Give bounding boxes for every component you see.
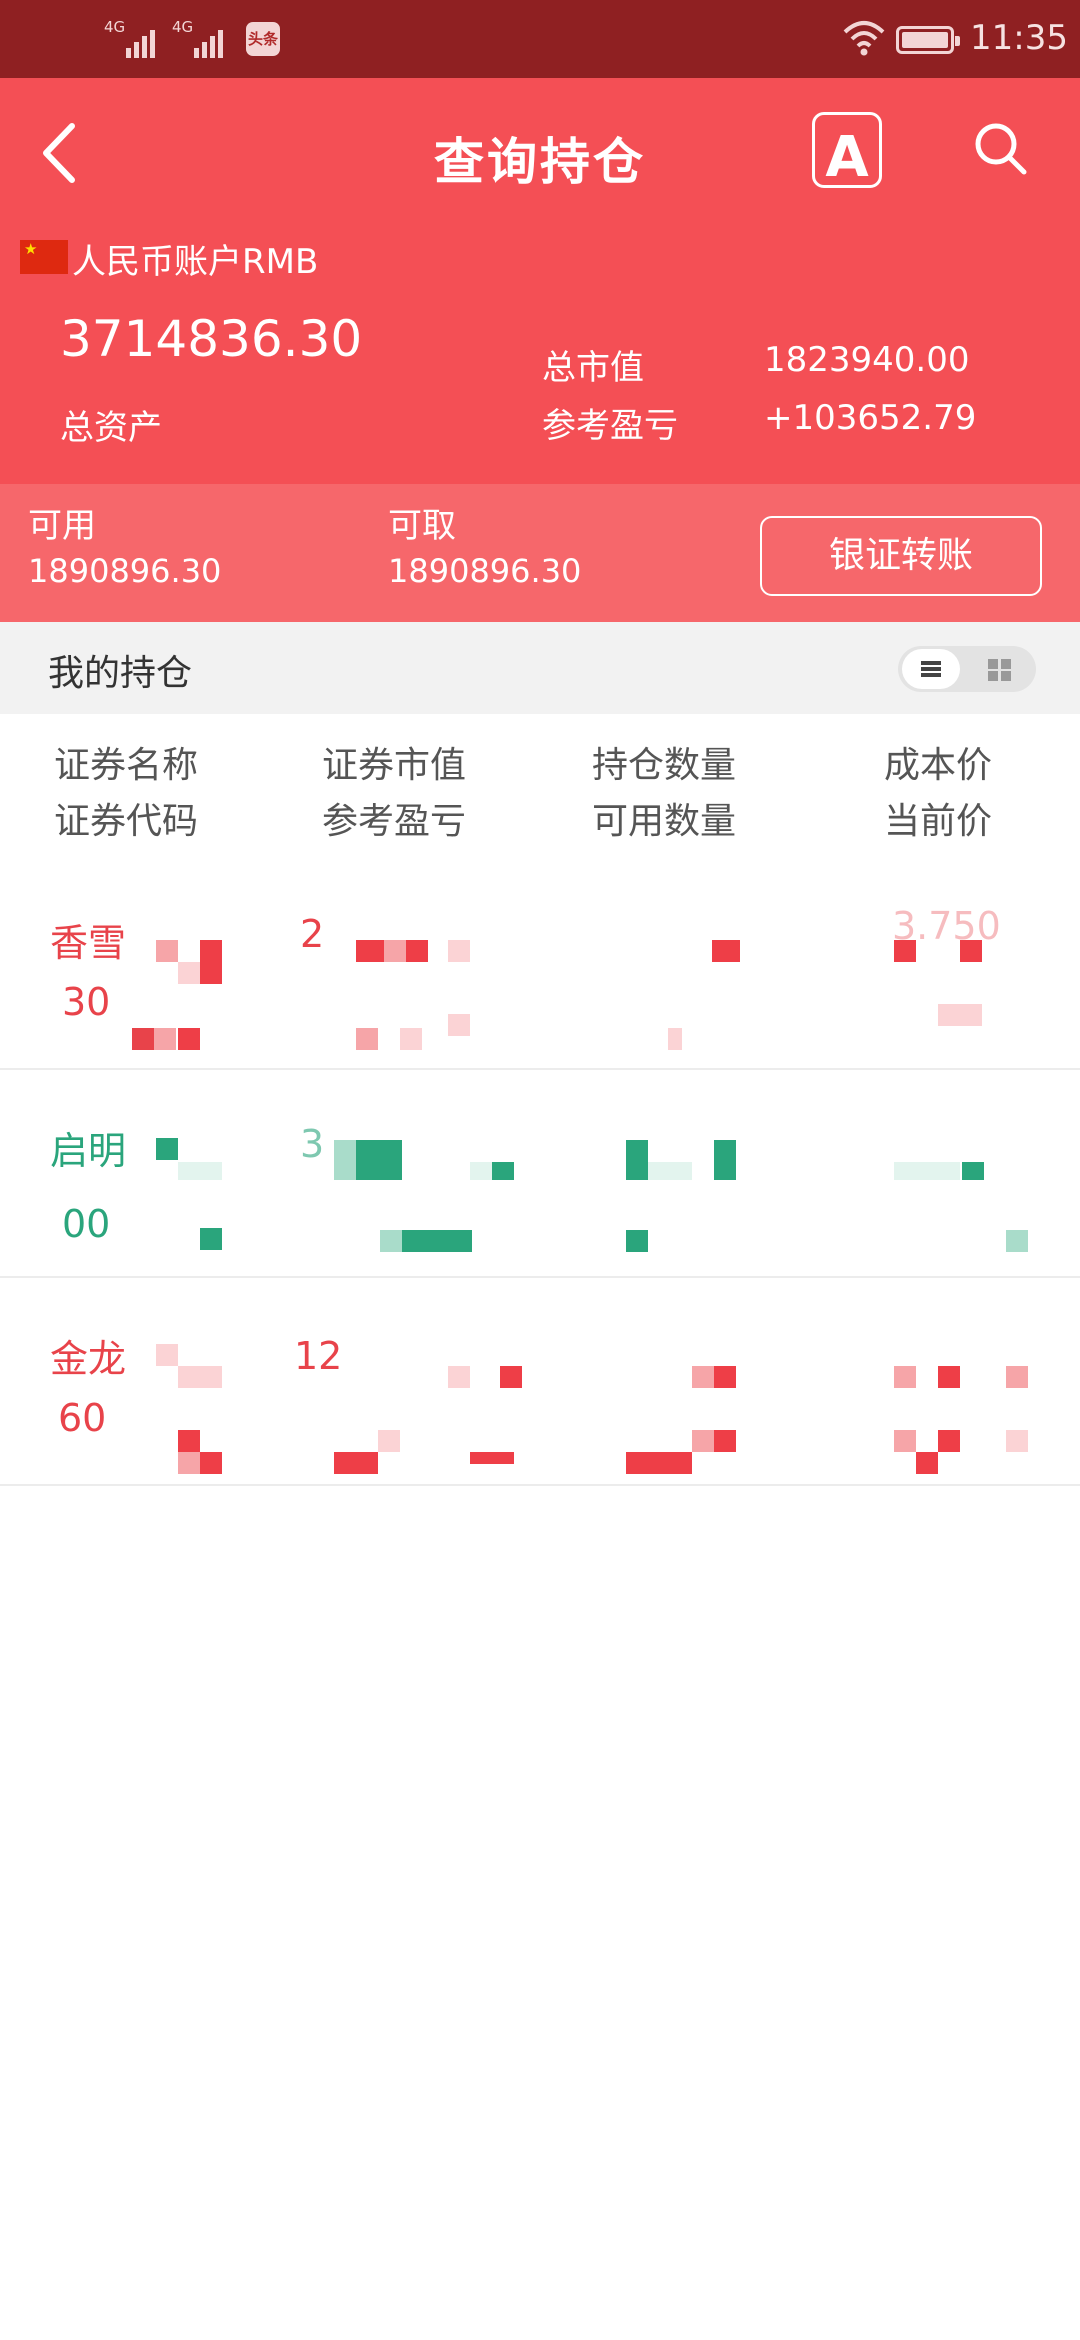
column-headers: 证券名称 证券代码 证券市值 参考盈亏 持仓数量 可用数量 成本价 当前价 [0, 714, 1080, 864]
column-header: 成本价 当前价 [884, 745, 993, 842]
account-summary: 查询持仓 A ★ 人民币账户RMB 3714836.30 总资产 总市值 182… [0, 78, 1080, 484]
stock-code: 00 [62, 1202, 111, 1246]
market-value-partial: 12 [294, 1334, 343, 1378]
wifi-icon [843, 21, 885, 56]
pnl-label: 参考盈亏 [542, 406, 678, 446]
column-header: 证券名称 证券代码 [54, 745, 199, 842]
table-row[interactable]: 香雪 30 2 3.750 [0, 864, 1080, 1070]
account-label: 人民币账户RMB [72, 242, 319, 282]
table-row[interactable]: 启明 00 3 [0, 1072, 1080, 1278]
search-icon[interactable] [970, 118, 1034, 182]
funds-panel: 可用 1890896.30 可取 1890896.30 银证转账 [0, 484, 1080, 622]
stock-code: 60 [58, 1396, 107, 1440]
cell-signal-icon: 4G [104, 18, 155, 58]
font-size-icon[interactable]: A [812, 112, 882, 188]
page-title: 查询持仓 [434, 133, 646, 191]
pnl-value: +103652.79 [764, 398, 977, 438]
view-toggle[interactable] [898, 646, 1036, 692]
list-view-icon[interactable] [902, 649, 960, 689]
holdings-header: 我的持仓 [0, 622, 1080, 714]
status-time: 11:35 [970, 18, 1068, 58]
bank-transfer-button[interactable]: 银证转账 [760, 516, 1042, 596]
network-type-label: 4G [172, 18, 194, 36]
total-assets-value: 3714836.30 [60, 310, 363, 368]
stock-code: 30 [62, 980, 111, 1024]
column-header: 证券市值 参考盈亏 [322, 745, 467, 842]
column-header: 持仓数量 可用数量 [592, 745, 737, 842]
withdrawable-value: 1890896.30 [388, 552, 582, 590]
market-value-partial: 2 [300, 912, 325, 956]
cell-signal-icon: 4G [172, 18, 223, 58]
status-bar: 4G 4G 头条 11:35 [0, 0, 1080, 78]
market-value-label: 总市值 [542, 348, 644, 388]
china-flag-icon: ★ [20, 240, 68, 274]
holdings-title: 我的持仓 [48, 653, 193, 694]
stock-name: 金龙 [50, 1337, 127, 1381]
available-label: 可用 [28, 506, 96, 546]
available-value: 1890896.30 [28, 552, 222, 590]
total-assets-label: 总资产 [60, 408, 162, 448]
network-type-label: 4G [104, 18, 126, 36]
stock-name: 香雪 [50, 921, 127, 965]
stock-name: 启明 [50, 1129, 127, 1173]
market-value: 1823940.00 [764, 340, 970, 380]
market-value-partial: 3 [300, 1122, 325, 1166]
battery-icon [896, 26, 960, 54]
withdrawable-label: 可取 [388, 506, 456, 546]
news-app-icon: 头条 [246, 22, 280, 56]
table-row[interactable]: 金龙 60 12 [0, 1280, 1080, 1486]
